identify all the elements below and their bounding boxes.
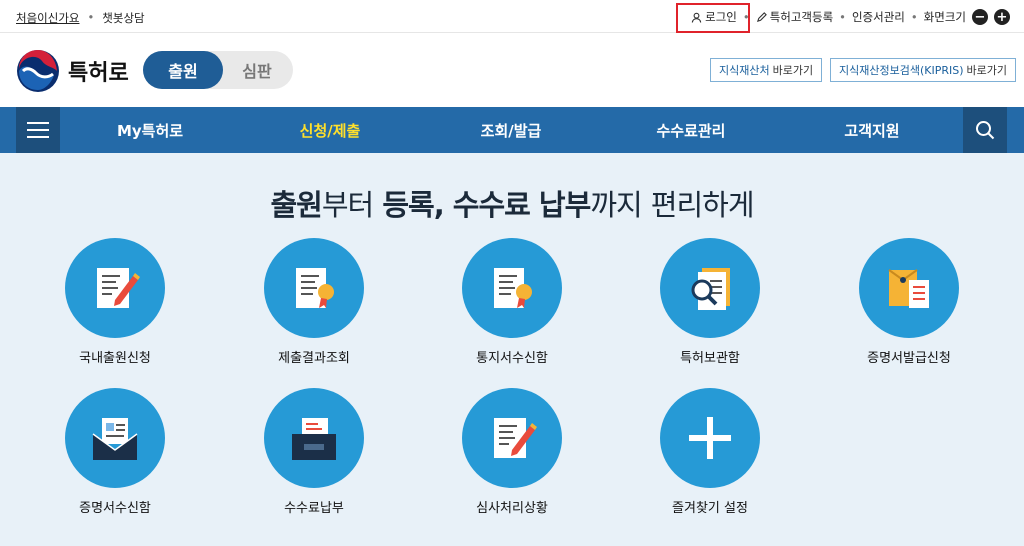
search-icon [976,121,995,140]
tile-notice-inbox[interactable]: 통지서수신함 [442,238,582,366]
tile-fee-payment[interactable]: 수수료납부 [244,388,384,516]
service-toggle[interactable]: 출원 심판 [143,51,293,89]
nav-item-apply[interactable]: 신청/제출 [270,107,390,153]
kipris-shortcut-suffix: 바로가기 [966,64,1007,77]
tile-circle[interactable] [65,388,165,488]
tile-examination-status[interactable]: 심사처리상황 [442,388,582,516]
logo-text: 특허로 [68,61,129,86]
toggle-trial[interactable]: 심판 [227,51,287,89]
tile-label: 특허보관함 [680,351,740,366]
nav-item-support[interactable]: 고객지원 [812,107,932,153]
tile-circle[interactable] [462,238,562,338]
tile-circle[interactable] [264,388,364,488]
login-link[interactable]: 로그인 [691,9,737,25]
open-mail-icon [92,418,138,460]
tile-circle[interactable] [660,238,760,338]
site-logo[interactable]: 특허로 [16,49,129,93]
tile-label: 증명서발급신청 [867,351,951,366]
tile-patent-storage[interactable]: 특허보관함 [640,238,780,366]
document-pencil-icon [494,418,537,458]
login-label: 로그인 [705,10,737,24]
hero-headline: 출원부터 등록, 수수료 납부까지 편리하게 [0,182,1024,224]
kipo-shortcut-suffix: 바로가기 [772,64,814,77]
register-link[interactable]: 특허고객등록 [756,9,833,25]
zoom-out-button[interactable]: − [972,9,988,25]
tile-label: 증명서수신함 [79,501,151,516]
tile-circle[interactable] [264,238,364,338]
tile-label: 국내출원신청 [79,351,151,366]
register-label: 특허고객등록 [769,10,834,24]
certificate-document-icon [494,268,532,308]
search-button[interactable] [963,107,1007,153]
kipris-shortcut-button[interactable]: 지식재산정보검색(KIPRIS) 바로가기 [830,58,1016,82]
document-pencil-icon [97,268,140,308]
tile-certificate-inbox[interactable]: 증명서수신함 [45,388,185,516]
utility-bar: 처음이신가요 • 챗봇상담 로그인 • 특허고객등록 • 인증서관리 • 화면크… [0,0,1024,33]
tile-label: 심사처리상황 [476,501,548,516]
toggle-application[interactable]: 출원 [143,51,223,89]
tile-submission-result[interactable]: 제출결과조회 [244,238,384,366]
separator-dot: • [742,10,750,24]
menu-button[interactable] [16,107,60,153]
tile-label: 통지서수신함 [476,351,548,366]
first-visit-link[interactable]: 처음이신가요 [16,10,79,26]
tile-label: 즐겨찾기 설정 [672,501,748,516]
zoom-label: 화면크기 [923,10,966,24]
zoom-in-button[interactable]: + [994,9,1010,25]
taegeuk-logo-icon [17,50,59,92]
certificate-link[interactable]: 인증서관리 [852,9,905,25]
hamburger-icon [27,122,49,138]
hero-part-3: 등록, 수수료 납부 [382,188,591,222]
tile-circle[interactable] [859,238,959,338]
tile-favorites-settings[interactable]: 즐겨찾기 설정 [640,388,780,516]
hero-part-4: 까지 [590,188,642,222]
certificate-document-icon [296,268,334,308]
tile-circle[interactable] [660,388,760,488]
magnifier-document-icon [691,268,730,310]
user-icon [691,12,702,23]
tile-label: 수수료납부 [284,501,344,516]
tile-circle[interactable] [65,238,165,338]
hero-part-5: 편리하게 [650,188,755,222]
tile-domestic-application[interactable]: 국내출원신청 [45,238,185,366]
hero-part-2: 부터 [321,188,374,222]
nav-item-lookup[interactable]: 조회/발급 [451,107,571,153]
folder-icon [292,418,336,460]
nav-item-my[interactable]: My특허로 [90,107,210,153]
kipo-shortcut-text: 지식재산처 [719,64,770,77]
hero-part-1: 출원 [270,188,322,222]
kipris-shortcut-text: 지식재산정보검색(KIPRIS) [839,64,964,77]
main-nav: My특허로 신청/제출 조회/발급 수수료관리 고객지원 [0,107,1024,153]
pencil-icon [756,11,767,22]
separator-dot: • [910,10,918,24]
chatbot-link[interactable]: 챗봇상담 [102,10,144,26]
site-header: 특허로 출원 심판 지식재산처 바로가기 지식재산정보검색(KIPRIS) 바로… [0,33,1024,107]
tile-certificate-request[interactable]: 증명서발급신청 [839,238,979,366]
kipo-shortcut-button[interactable]: 지식재산처 바로가기 [710,58,823,82]
envelope-document-icon [888,269,929,308]
plus-icon [689,417,731,459]
separator-dot: • [87,10,95,24]
nav-item-fees[interactable]: 수수료관리 [631,107,751,153]
separator-dot: • [839,10,846,24]
tile-label: 제출결과조회 [278,351,350,366]
tile-circle[interactable] [462,388,562,488]
